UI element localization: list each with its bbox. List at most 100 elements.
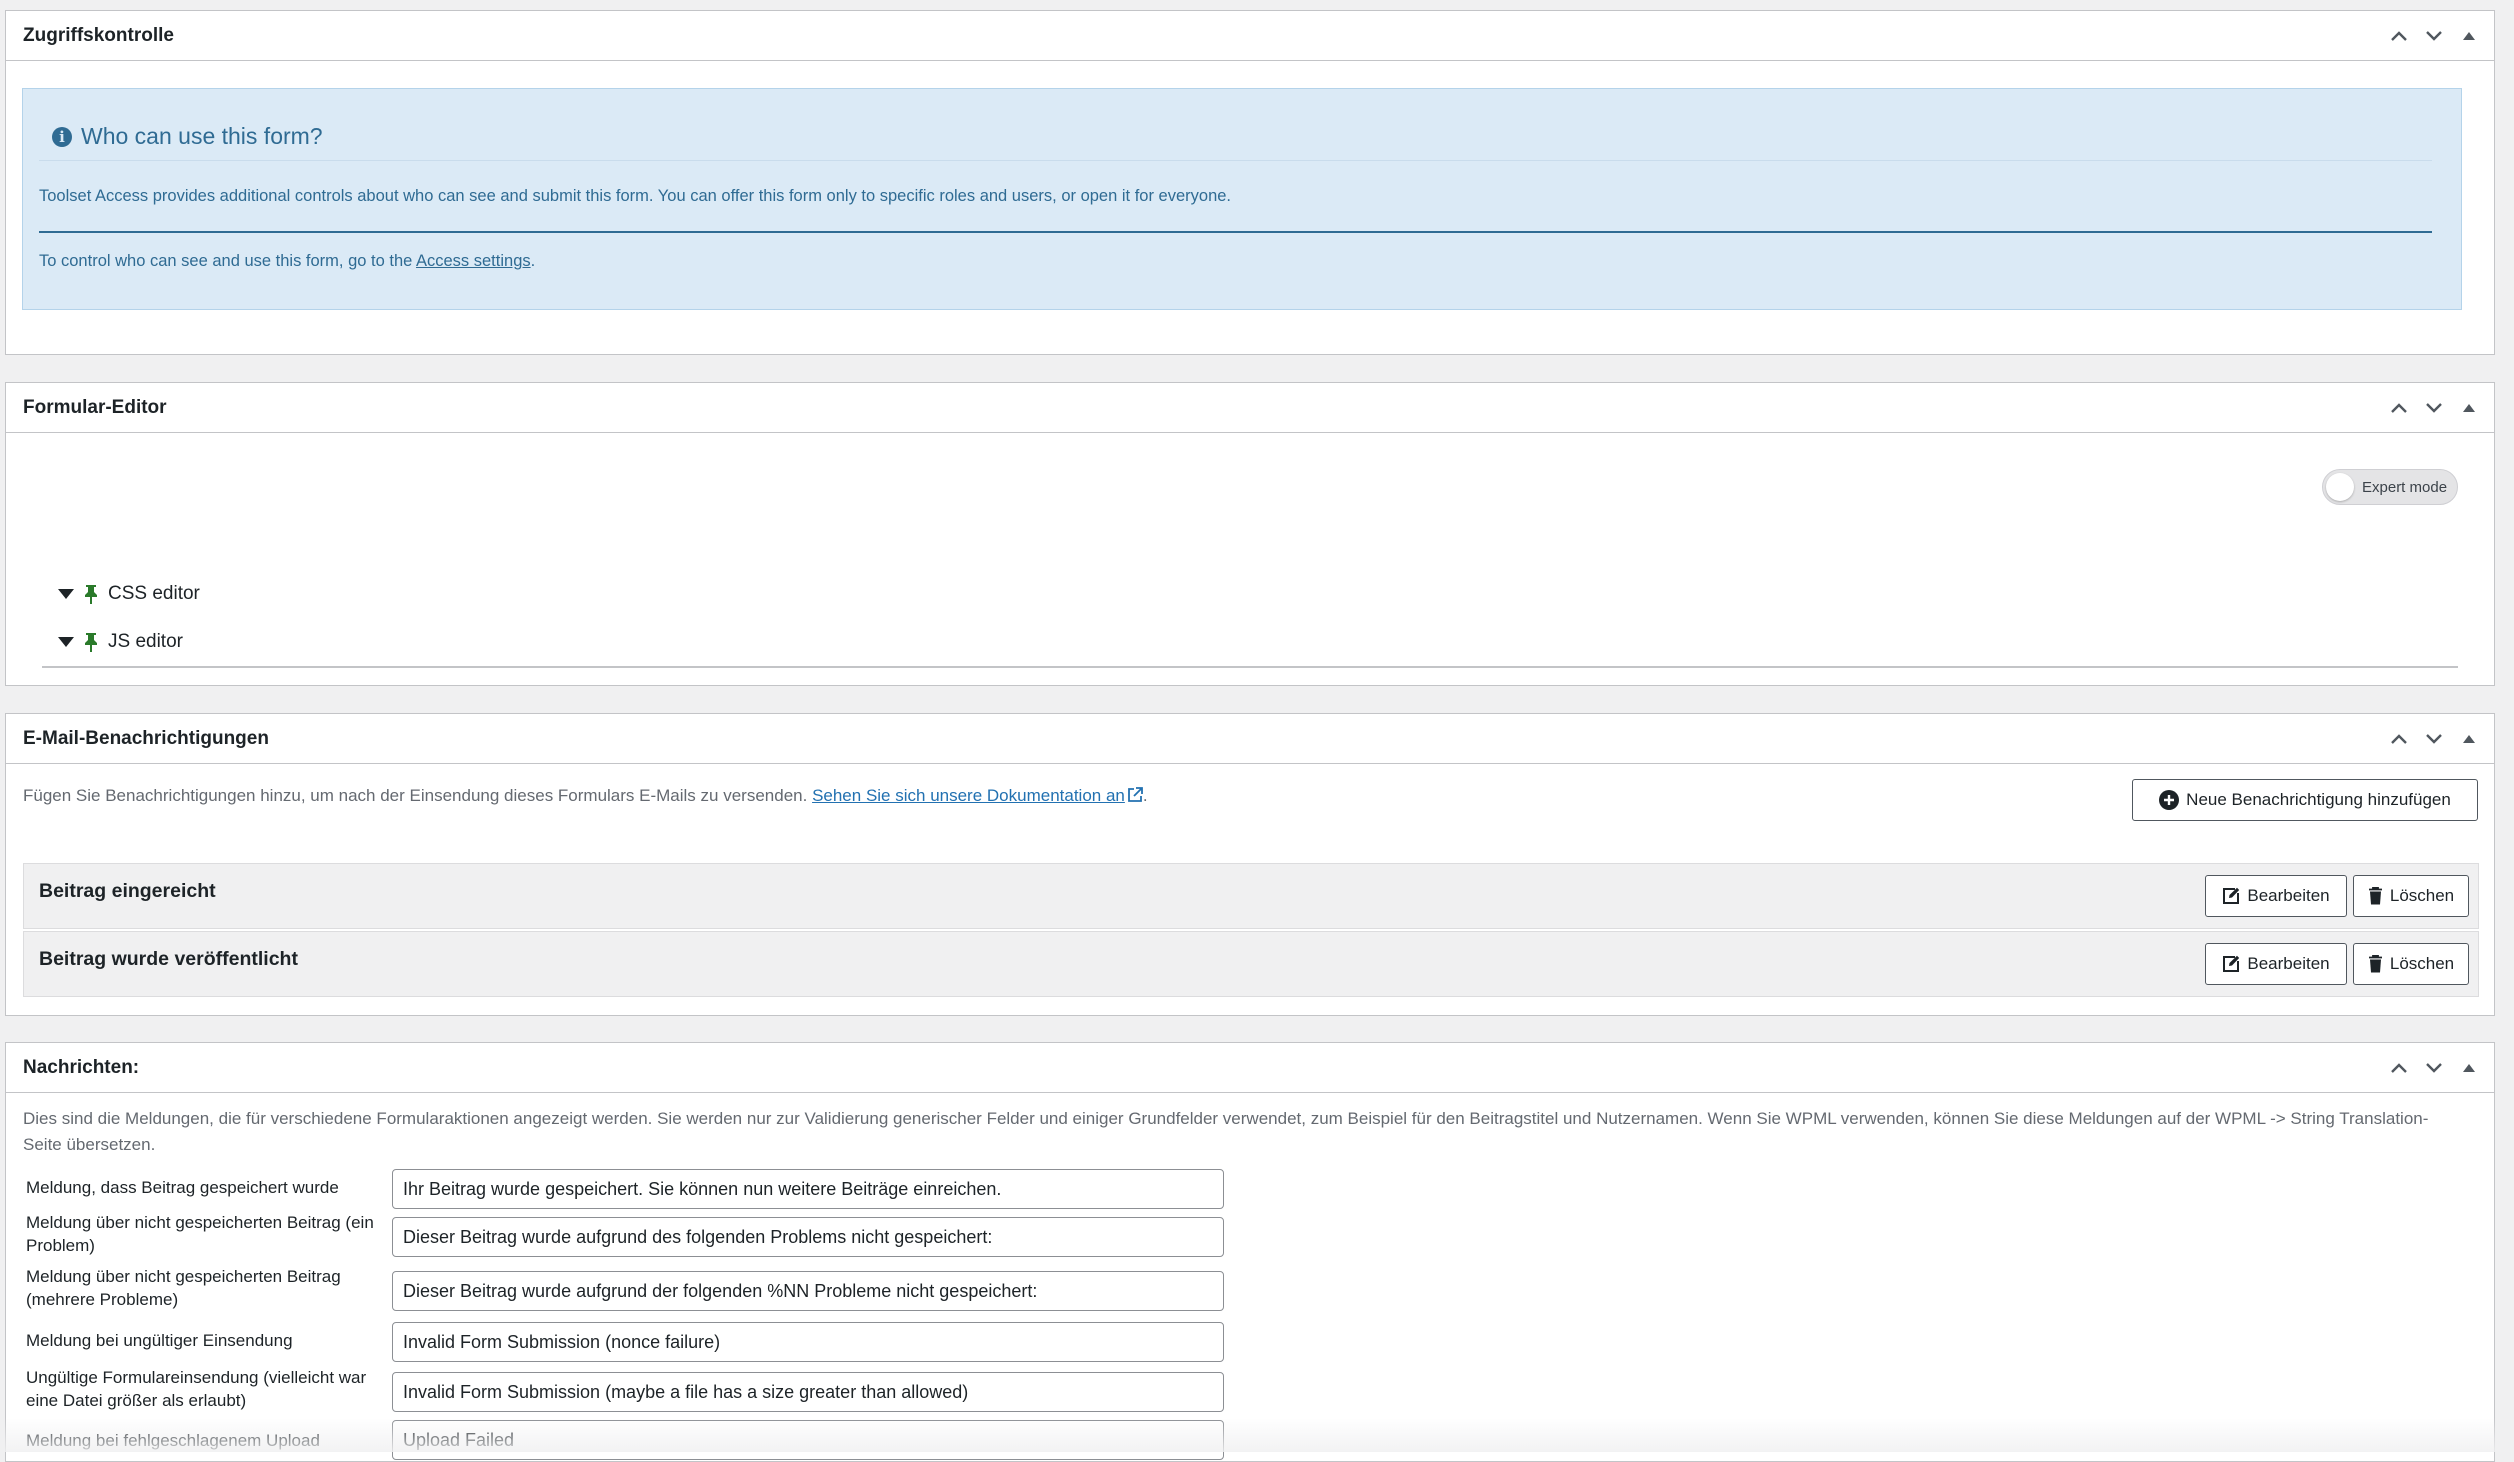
delete-label: Löschen [2389, 886, 2455, 905]
notification-title: Beitrag eingereicht [39, 880, 216, 902]
message-input[interactable] [392, 1217, 1224, 1257]
notification-row: Beitrag wurde veröffentlicht Bearbeiten … [23, 931, 2479, 997]
email-desc-suffix: . [1142, 786, 1148, 805]
handle-actions [2381, 1043, 2486, 1092]
access-control-suffix: . [530, 252, 536, 270]
edit-notification-button[interactable]: Bearbeiten [2205, 943, 2347, 985]
delete-label: Löschen [2389, 954, 2455, 973]
move-up-button[interactable] [2381, 721, 2416, 756]
message-label: Meldung über nicht gespeicherten Beitrag… [26, 1213, 374, 1255]
js-editor-toggle[interactable]: JS editor [58, 631, 183, 653]
access-settings-link[interactable]: Access settings [416, 252, 531, 270]
chevron-up-icon [2390, 402, 2407, 413]
notice-text: Toolset Access provides additional contr… [39, 187, 1232, 205]
message-label: Meldung, dass Beitrag gespeichert wurde [26, 1178, 339, 1197]
message-label: Meldung bei fehlgeschlagenem Upload [26, 1431, 320, 1450]
handle-actions [2381, 11, 2486, 60]
message-input[interactable] [392, 1169, 1224, 1209]
notice-divider-strong [39, 231, 2432, 233]
message-input[interactable] [392, 1271, 1224, 1311]
triangle-up-icon [2462, 31, 2475, 40]
message-input[interactable] [392, 1322, 1224, 1362]
message-label: Ungültige Formulareinsendung (vielleicht… [26, 1368, 367, 1410]
css-editor-label: CSS editor [108, 583, 200, 604]
editor-divider [42, 666, 2458, 668]
external-link-icon [1127, 787, 1143, 802]
form-editor-header: Formular-Editor [6, 383, 2494, 433]
caret-down-icon [58, 637, 74, 647]
move-up-button[interactable] [2381, 18, 2416, 53]
chevron-down-icon [2425, 733, 2442, 744]
notice-title: i Who can use this form? [52, 123, 323, 150]
messages-box: Nachrichten: Dies sind die Meldungen, di… [5, 1042, 2495, 1462]
add-notification-button[interactable]: Neue Benachrichtigung hinzufügen [2132, 779, 2478, 821]
toggle-panel-button[interactable] [2451, 390, 2486, 425]
chevron-up-icon [2390, 30, 2407, 41]
js-editor-label: JS editor [108, 631, 183, 652]
edit-label: Bearbeiten [2247, 954, 2330, 973]
access-notice: i Who can use this form? Toolset Access … [22, 88, 2462, 310]
delete-notification-button[interactable]: Löschen [2353, 875, 2469, 917]
message-label: Meldung bei ungültiger Einsendung [26, 1331, 293, 1350]
trash-icon [2368, 955, 2382, 973]
message-label: Meldung über nicht gespeicherten Beitrag… [26, 1267, 341, 1309]
toggle-knob [2326, 473, 2354, 501]
handle-actions [2381, 383, 2486, 432]
access-control-box: Zugriffskontrolle i Who can use this for… [5, 10, 2495, 355]
move-up-button[interactable] [2381, 1050, 2416, 1085]
email-notifications-title: E-Mail-Benachrichtigungen [23, 727, 269, 749]
handle-actions [2381, 714, 2486, 763]
notice-title-text: Who can use this form? [81, 123, 323, 149]
chevron-up-icon [2390, 1062, 2407, 1073]
expert-mode-label: Expert mode [2362, 478, 2448, 496]
message-input[interactable] [392, 1420, 1224, 1460]
notification-title: Beitrag wurde veröffentlicht [39, 948, 298, 970]
move-down-button[interactable] [2416, 1050, 2451, 1085]
form-editor-title: Formular-Editor [23, 396, 167, 418]
triangle-up-icon [2462, 1063, 2475, 1072]
triangle-up-icon [2462, 403, 2475, 412]
pin-icon [85, 633, 97, 652]
chevron-down-icon [2425, 1062, 2442, 1073]
messages-title: Nachrichten: [23, 1056, 140, 1078]
email-desc-text: Fügen Sie Benachrichtigungen hinzu, um n… [23, 786, 813, 805]
edit-label: Bearbeiten [2247, 886, 2330, 905]
add-notification-label: Neue Benachrichtigung hinzufügen [2186, 790, 2451, 809]
toggle-panel-button[interactable] [2451, 1050, 2486, 1085]
edit-icon [2223, 955, 2240, 972]
move-down-button[interactable] [2416, 18, 2451, 53]
access-control-header: Zugriffskontrolle [6, 11, 2494, 61]
email-notifications-box: E-Mail-Benachrichtigungen Fügen Sie Bena… [5, 713, 2495, 1016]
chevron-down-icon [2425, 30, 2442, 41]
move-down-button[interactable] [2416, 390, 2451, 425]
form-editor-box: Formular-Editor Expert mode CSS editor J… [5, 382, 2495, 686]
pin-icon [85, 585, 97, 604]
move-up-button[interactable] [2381, 390, 2416, 425]
edit-icon [2223, 887, 2240, 904]
info-icon: i [52, 126, 72, 147]
caret-down-icon [58, 589, 74, 599]
access-control-line: To control who can see and use this form… [39, 252, 535, 271]
documentation-link-text: Sehen Sie sich unsere Dokumentation an [812, 786, 1125, 805]
toggle-panel-button[interactable] [2451, 721, 2486, 756]
chevron-down-icon [2425, 402, 2442, 413]
access-control-prefix: To control who can see and use this form… [39, 252, 416, 270]
expert-mode-toggle[interactable]: Expert mode [2322, 469, 2458, 505]
documentation-link[interactable]: Sehen Sie sich unsere Dokumentation an [812, 786, 1143, 805]
trash-icon [2368, 887, 2382, 905]
delete-notification-button[interactable]: Löschen [2353, 943, 2469, 985]
messages-description: Dies sind die Meldungen, die für verschi… [23, 1109, 2429, 1154]
css-editor-toggle[interactable]: CSS editor [58, 583, 200, 605]
plus-circle-icon [2159, 790, 2180, 810]
triangle-up-icon [2462, 734, 2475, 743]
move-down-button[interactable] [2416, 721, 2451, 756]
notification-row: Beitrag eingereicht Bearbeiten Löschen [23, 863, 2479, 929]
email-description: Fügen Sie Benachrichtigungen hinzu, um n… [23, 786, 1148, 806]
messages-header: Nachrichten: [6, 1043, 2494, 1093]
toggle-panel-button[interactable] [2451, 18, 2486, 53]
access-control-title: Zugriffskontrolle [23, 24, 174, 46]
edit-notification-button[interactable]: Bearbeiten [2205, 875, 2347, 917]
message-input[interactable] [392, 1372, 1224, 1412]
chevron-up-icon [2390, 733, 2407, 744]
email-notifications-header: E-Mail-Benachrichtigungen [6, 714, 2494, 764]
